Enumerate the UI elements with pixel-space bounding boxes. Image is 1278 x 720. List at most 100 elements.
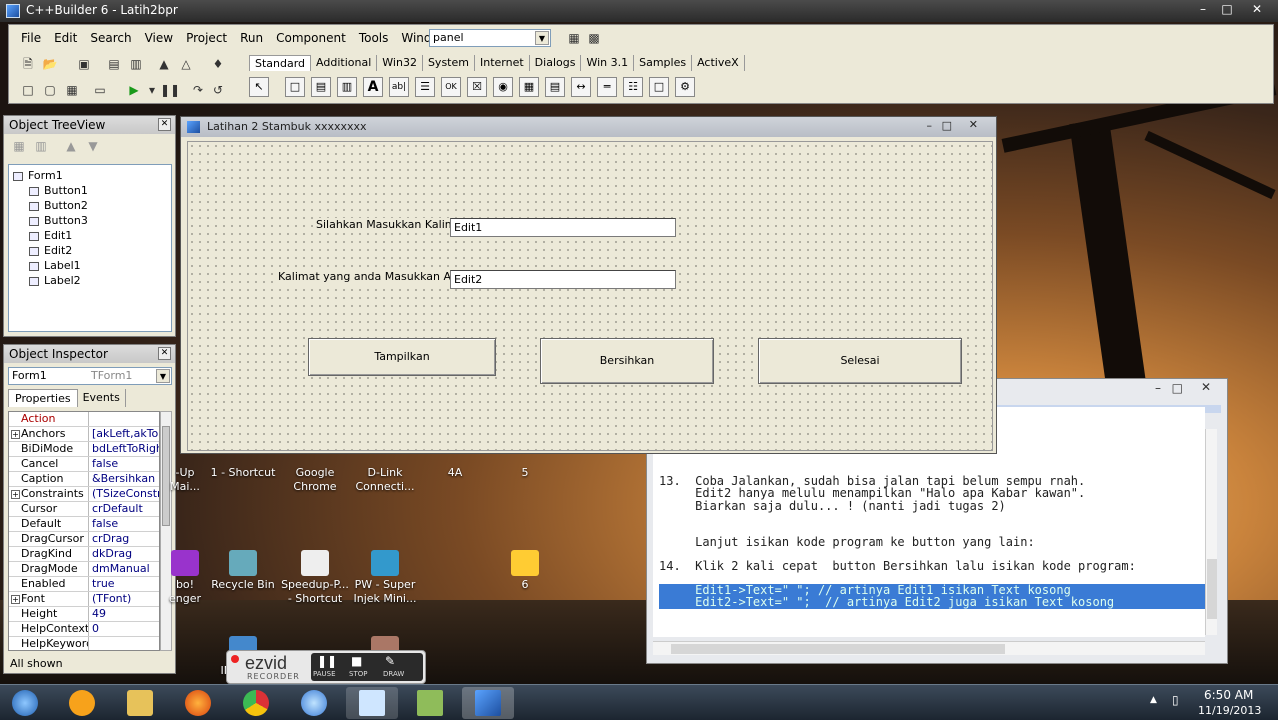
palette-tab[interactable]: System (423, 55, 475, 71)
desktop-icon[interactable]: Google Chrome (280, 466, 350, 494)
desktop-icon[interactable]: Recycle Bin (208, 550, 278, 592)
selesai-button[interactable]: Selesai (758, 338, 962, 384)
tree-item[interactable]: Button2 (29, 198, 167, 213)
expand-icon[interactable]: + (11, 490, 20, 499)
property-value[interactable]: (TSizeConstra (89, 487, 159, 501)
horizontal-scrollbar[interactable] (653, 641, 1205, 655)
taskbar-safari[interactable] (288, 687, 340, 719)
chevron-down-icon[interactable]: ▼ (156, 369, 170, 383)
palette-tab[interactable]: ActiveX (692, 55, 745, 71)
menu-item[interactable]: Tools (357, 31, 391, 49)
desktop-icon[interactable]: 1 - Shortcut (208, 466, 278, 480)
pause-icon[interactable]: ❚❚ (159, 81, 180, 99)
tab-properties[interactable]: Properties (8, 389, 78, 407)
maximize-icon[interactable]: □ (942, 119, 952, 132)
minimize-icon[interactable]: – (1155, 381, 1161, 395)
property-value[interactable]: [akLeft,akTop (89, 427, 159, 441)
desktop-icon[interactable]: PW - Super Injek Mini... (350, 550, 420, 606)
pointer-icon[interactable]: ↖ (249, 77, 269, 97)
new-form-icon[interactable]: ▭ (91, 81, 109, 99)
tree-item[interactable]: Edit2 (29, 243, 167, 258)
desktop-icon[interactable]: 5 (490, 466, 560, 480)
tree-item[interactable]: Label2 (29, 273, 167, 288)
palette-tab[interactable]: Internet (475, 55, 530, 71)
edit1-field[interactable]: Edit1 (450, 218, 676, 237)
property-row[interactable]: + Anchors [akLeft,akTop (9, 427, 159, 442)
property-row[interactable]: + Font (TFont) (9, 592, 159, 607)
property-row[interactable]: DragKind dkDrag (9, 547, 159, 562)
chevron-down-icon[interactable]: ▼ (535, 31, 549, 45)
property-value[interactable]: dmManual (89, 562, 159, 576)
property-row[interactable]: DragMode dmManual (9, 562, 159, 577)
open-icon[interactable]: 📂 (41, 55, 59, 73)
tab-events[interactable]: Events (78, 389, 126, 407)
property-value[interactable] (89, 412, 159, 426)
property-row[interactable]: BiDiMode bdLeftToRight (9, 442, 159, 457)
close-icon[interactable]: ✕ (1246, 1, 1268, 17)
toolbar-icon[interactable]: ▦ (565, 29, 583, 47)
close-icon[interactable]: ✕ (158, 118, 171, 131)
menu-item[interactable]: Project (184, 31, 229, 49)
step-into-icon[interactable]: ↷ (189, 81, 207, 99)
form-canvas[interactable]: Silahkan Masukkan Kalimat Kalimat yang a… (187, 141, 993, 451)
desktop-icon[interactable]: 4A (420, 466, 490, 480)
radiogroup-icon[interactable]: ☷ (623, 77, 643, 97)
palette-tab[interactable]: Standard (249, 55, 312, 71)
checkbox-icon[interactable]: ☒ (467, 77, 487, 97)
taskbar-notepad[interactable] (346, 687, 398, 719)
property-value[interactable]: crDrag (89, 532, 159, 546)
save-all-icon[interactable]: ▤ (105, 55, 123, 73)
toggle-icon[interactable]: ▦ (63, 81, 81, 99)
taskbar-firefox[interactable] (172, 687, 224, 719)
vertical-scrollbar[interactable] (1205, 429, 1217, 635)
property-row[interactable]: HelpContext 0 (9, 622, 159, 637)
scroll-thumb[interactable] (1207, 559, 1217, 619)
combobox-icon[interactable]: ▤ (545, 77, 565, 97)
radiobutton-icon[interactable]: ◉ (493, 77, 513, 97)
arrow-up-icon[interactable]: ▲ (62, 137, 80, 155)
panel-icon[interactable]: □ (649, 77, 669, 97)
desktop-icon[interactable]: Speedup-P... - Shortcut (280, 550, 350, 606)
menu-item[interactable]: Run (238, 31, 265, 49)
taskbar-cbuilder[interactable] (462, 687, 514, 719)
popupmenu-icon[interactable]: ▥ (337, 77, 357, 97)
delete-item-icon[interactable]: ▥ (32, 137, 50, 155)
palette-tab[interactable]: Win32 (377, 55, 423, 71)
property-row[interactable]: HelpKeyword (9, 637, 159, 650)
tree-item[interactable]: Button1 (29, 183, 167, 198)
property-row[interactable]: Cursor crDefault (9, 502, 159, 517)
scrollbar-icon[interactable]: ↔ (571, 77, 591, 97)
pause-icon[interactable]: ❚❚ (317, 654, 337, 668)
palette-tab[interactable]: Win 3.1 (581, 55, 635, 71)
stop-icon[interactable]: ■ (351, 654, 362, 668)
listbox-icon[interactable]: ▦ (519, 77, 539, 97)
property-row[interactable]: Cancel false (9, 457, 159, 472)
menu-item[interactable]: View (143, 31, 175, 49)
object-selector[interactable]: Form1 TForm1 ▼ (8, 367, 172, 385)
groupbox-icon[interactable]: ═ (597, 77, 617, 97)
step-over-icon[interactable]: ↺ (209, 81, 227, 99)
property-row[interactable]: Enabled true (9, 577, 159, 592)
inspector-scrollbar[interactable] (160, 411, 172, 651)
palette-tab[interactable]: Samples (634, 55, 693, 71)
property-row[interactable]: DragCursor crDrag (9, 532, 159, 547)
arrow-down-icon[interactable]: ▼ (84, 137, 102, 155)
property-row[interactable]: Height 49 (9, 607, 159, 622)
view-unit-icon[interactable]: □ (19, 81, 37, 99)
tree-item[interactable]: Label1 (29, 258, 167, 273)
property-value[interactable]: 49 (89, 607, 159, 621)
menu-item[interactable]: Component (274, 31, 348, 49)
edit2-field[interactable]: Edit2 (450, 270, 676, 289)
edit-icon[interactable]: ab| (389, 77, 409, 97)
palette-tab[interactable]: Additional (311, 55, 378, 71)
property-value[interactable] (89, 637, 159, 650)
tree-item[interactable]: Button3 (29, 213, 167, 228)
new-item-icon[interactable]: ▦ (10, 137, 28, 155)
bersihkan-button[interactable]: Bersihkan (540, 338, 714, 384)
property-row[interactable]: +Constraints(TSizeConstra (9, 487, 159, 502)
menu-item[interactable]: Search (88, 31, 133, 49)
minimize-icon[interactable]: – (1192, 1, 1214, 17)
tray-network-icon[interactable]: ▯ (1172, 693, 1179, 707)
expand-icon[interactable]: + (11, 595, 20, 604)
help-book-icon[interactable]: ♦ (209, 55, 227, 73)
